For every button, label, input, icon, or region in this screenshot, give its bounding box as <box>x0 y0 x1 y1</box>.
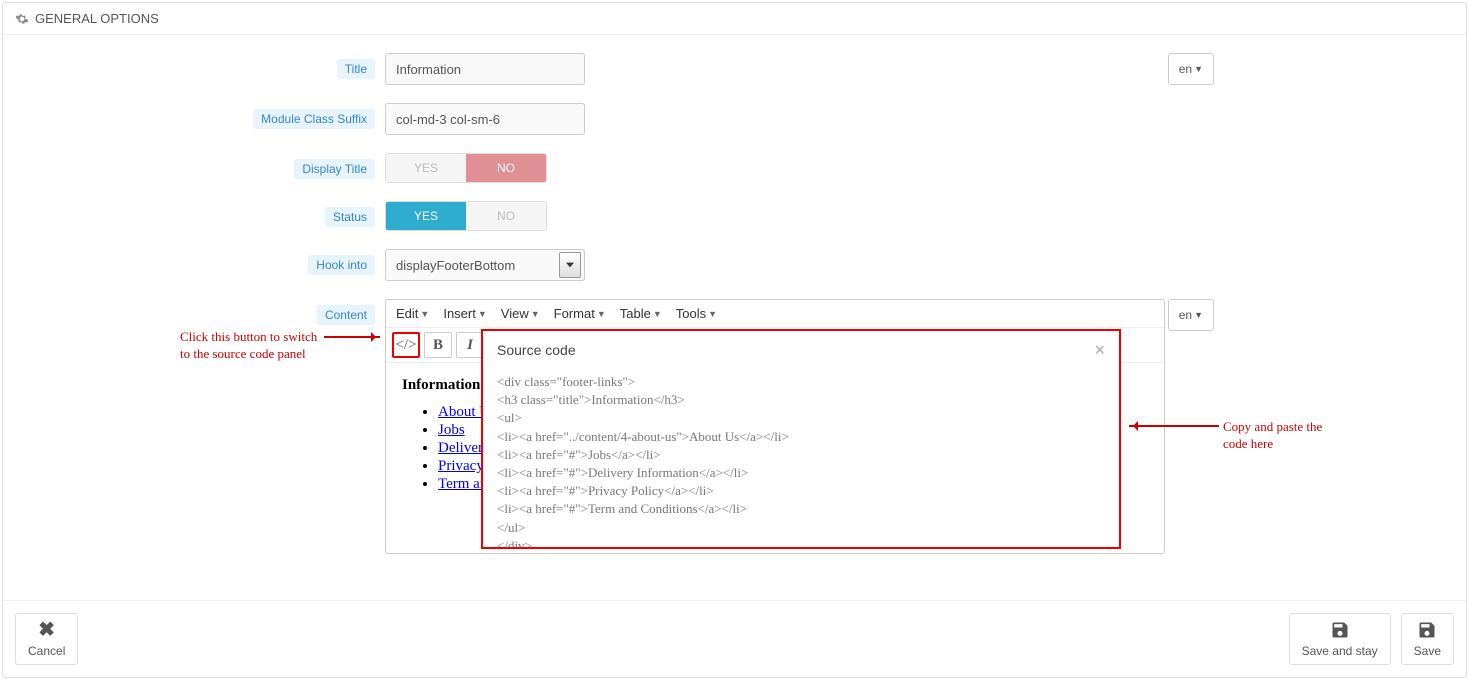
arrow-icon <box>1129 425 1219 427</box>
cancel-button[interactable]: ✖ Cancel <box>15 613 78 665</box>
bold-button[interactable]: B <box>424 332 452 358</box>
menu-edit[interactable]: Edit ▼ <box>396 306 429 321</box>
rich-text-editor: Edit ▼ Insert ▼ View ▼ Format ▼ Table ▼ … <box>385 299 1165 554</box>
source-code-button[interactable]: </> <box>392 332 420 358</box>
toggle-no[interactable]: NO <box>466 202 546 230</box>
row-title: Title en▼ <box>15 53 1454 85</box>
menu-insert[interactable]: Insert ▼ <box>443 306 486 321</box>
toggle-yes[interactable]: YES <box>386 154 466 182</box>
lang-button-title[interactable]: en▼ <box>1168 53 1214 85</box>
dialog-title: Source code <box>497 342 576 358</box>
panel-body: Title en▼ Module Class Suffix Display Ti… <box>3 35 1466 600</box>
label-content: Content <box>317 305 375 325</box>
row-display-title: Display Title YES NO <box>15 153 1454 183</box>
label-title: Title <box>337 59 375 79</box>
toggle-status[interactable]: YES NO <box>385 201 547 231</box>
gear-icon <box>15 12 29 26</box>
annotation-left: Click this button to switch to the sourc… <box>180 329 320 363</box>
italic-button[interactable]: I <box>456 332 484 358</box>
suffix-input[interactable] <box>385 103 585 135</box>
menu-tools[interactable]: Tools ▼ <box>676 306 717 321</box>
save-and-stay-button[interactable]: Save and stay <box>1289 613 1391 665</box>
row-hook: Hook into displayFooterBottom <box>15 249 1454 281</box>
close-icon: ✖ <box>38 620 55 640</box>
list-item[interactable]: Jobs <box>438 422 465 438</box>
label-status: Status <box>325 207 375 227</box>
row-status: Status YES NO <box>15 201 1454 231</box>
toggle-no[interactable]: NO <box>466 154 546 182</box>
toggle-yes[interactable]: YES <box>386 202 466 230</box>
panel-header: GENERAL OPTIONS <box>3 3 1466 35</box>
label-suffix: Module Class Suffix <box>253 109 375 129</box>
close-icon[interactable]: × <box>1094 341 1105 359</box>
menu-format[interactable]: Format ▼ <box>554 306 606 321</box>
panel-title: GENERAL OPTIONS <box>35 11 159 26</box>
source-code-textarea[interactable]: <div class="footer-links"> <h3 class="ti… <box>483 365 1119 547</box>
row-suffix: Module Class Suffix <box>15 103 1454 135</box>
panel-footer: ✖ Cancel Save and stay Save <box>3 600 1466 677</box>
label-display-title: Display Title <box>294 159 375 179</box>
title-input[interactable] <box>385 53 585 85</box>
general-options-panel: GENERAL OPTIONS Title en▼ Module Class S… <box>2 2 1467 678</box>
save-icon <box>1416 620 1438 640</box>
editor-menubar: Edit ▼ Insert ▼ View ▼ Format ▼ Table ▼ … <box>386 300 1164 328</box>
toggle-display-title[interactable]: YES NO <box>385 153 547 183</box>
row-content: Content Edit ▼ Insert ▼ View ▼ Format ▼ … <box>15 299 1454 554</box>
hook-select[interactable]: displayFooterBottom <box>385 249 585 281</box>
menu-table[interactable]: Table ▼ <box>620 306 662 321</box>
select-dropdown-button[interactable] <box>559 252 581 278</box>
arrow-icon <box>324 336 380 338</box>
menu-view[interactable]: View ▼ <box>501 306 540 321</box>
hook-value: displayFooterBottom <box>386 258 559 273</box>
source-code-dialog: Source code × <div class="footer-links">… <box>481 329 1121 549</box>
label-hook: Hook into <box>308 255 375 275</box>
annotation-right: Copy and paste the code here <box>1223 419 1343 453</box>
save-button[interactable]: Save <box>1401 613 1454 665</box>
save-icon <box>1329 620 1351 640</box>
lang-button-content[interactable]: en▼ <box>1168 299 1214 331</box>
